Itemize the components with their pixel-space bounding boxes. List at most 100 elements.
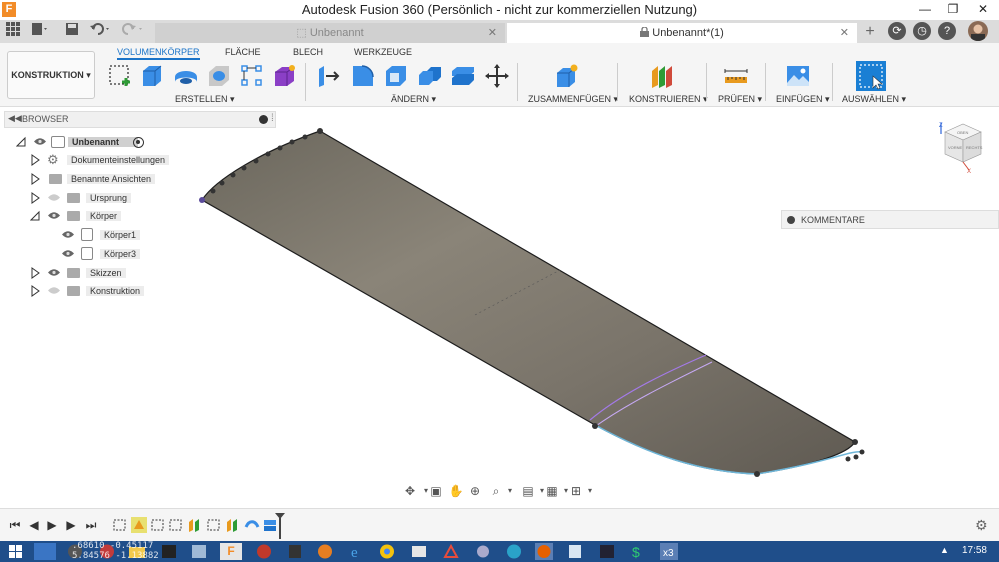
fusion-taskbar-icon[interactable]: F: [220, 543, 242, 560]
extrude-icon[interactable]: [139, 63, 165, 89]
fillet-icon[interactable]: [350, 63, 376, 89]
select-group-label[interactable]: AUSWÄHLEN ▾: [842, 94, 906, 105]
app-icon[interactable]: [255, 543, 273, 560]
firefox-icon[interactable]: [535, 543, 553, 560]
app-icon[interactable]: [190, 543, 208, 560]
close-tab-icon[interactable]: ✕: [488, 23, 497, 43]
construct-group-label[interactable]: KONSTRUIEREN ▾: [629, 94, 708, 105]
offset-plane-icon[interactable]: [649, 63, 675, 89]
pattern-icon[interactable]: [239, 63, 265, 89]
zoom-icon[interactable]: ⊕: [467, 483, 483, 499]
combine-icon[interactable]: [417, 63, 443, 89]
app-icon[interactable]: [286, 543, 304, 560]
press-pull-icon[interactable]: [316, 63, 342, 89]
browser-options-icon[interactable]: [259, 115, 268, 124]
create-form-icon[interactable]: [272, 63, 298, 89]
insert-group-label[interactable]: EINFÜGEN ▾: [776, 94, 830, 105]
pin-browser-icon[interactable]: ⁞: [271, 113, 274, 124]
timeline-sketch-icon[interactable]: [206, 517, 222, 533]
app-icon[interactable]: [316, 543, 334, 560]
internet-explorer-icon[interactable]: e: [348, 543, 366, 560]
undo-icon[interactable]: [90, 22, 110, 41]
pan-icon[interactable]: ✋: [448, 483, 464, 499]
play-icon[interactable]: ▶: [45, 518, 59, 532]
go-to-start-icon[interactable]: ⏮: [8, 518, 22, 532]
minimize-button[interactable]: —: [910, 0, 940, 20]
viewport-canvas[interactable]: [0, 128, 999, 506]
timeline-plane-icon[interactable]: [187, 517, 203, 533]
orbit-icon[interactable]: ✥: [402, 483, 418, 499]
separator: [765, 63, 766, 101]
inspect-group-label[interactable]: PRÜFEN ▾: [718, 94, 762, 105]
shell-icon[interactable]: [383, 63, 409, 89]
revolve-icon[interactable]: [173, 63, 199, 89]
windows-start-icon[interactable]: [7, 543, 25, 560]
add-comment-icon[interactable]: [787, 216, 795, 224]
timeline-feature-selected-icon[interactable]: [131, 517, 147, 533]
user-avatar[interactable]: [968, 21, 988, 41]
close-window-button[interactable]: ✕: [968, 0, 998, 20]
measure-icon[interactable]: [723, 63, 749, 89]
timeline-sketch-icon[interactable]: [150, 517, 166, 533]
new-tab-button[interactable]: +: [860, 22, 880, 41]
move-icon[interactable]: [484, 63, 510, 89]
redo-icon[interactable]: [122, 22, 142, 41]
collapse-browser-icon[interactable]: ◀◀: [8, 113, 22, 124]
workspace-switcher[interactable]: KONSTRUKTION ▾: [7, 51, 95, 99]
tab-tools[interactable]: WERKZEUGE: [354, 47, 412, 57]
app-icon[interactable]: [160, 543, 178, 560]
app-icon[interactable]: [505, 543, 523, 560]
app-icon[interactable]: $: [628, 543, 646, 560]
timeline-sketch-icon[interactable]: [112, 517, 128, 533]
app-icon[interactable]: x3: [660, 543, 678, 560]
tab-unbenannt[interactable]: ⬚ Unbenannt ✕: [155, 23, 505, 43]
timeline-sketch-icon[interactable]: [168, 517, 184, 533]
split-body-icon[interactable]: [450, 63, 476, 89]
tab-sheet-metal[interactable]: BLECH: [293, 47, 323, 57]
chrome-icon[interactable]: [378, 543, 396, 560]
go-to-end-icon[interactable]: ⏭: [84, 518, 98, 532]
maximize-button[interactable]: ❐: [938, 0, 968, 20]
help-icon[interactable]: ?: [938, 22, 956, 40]
new-component-icon[interactable]: [554, 63, 580, 89]
tab-solid[interactable]: VOLUMENKÖRPER: [117, 47, 200, 60]
fit-dropdown-icon[interactable]: ▾: [502, 483, 518, 499]
desktop-icon[interactable]: [34, 543, 56, 560]
viewcube-top-label: OBEN: [957, 130, 968, 135]
timeline-plane-icon[interactable]: [225, 517, 241, 533]
blade-body[interactable]: [201, 130, 863, 475]
step-forward-icon[interactable]: ▶: [64, 518, 78, 532]
close-tab-icon[interactable]: ✕: [840, 23, 849, 43]
app-icon[interactable]: [598, 543, 616, 560]
step-back-icon[interactable]: ◀: [27, 518, 41, 532]
timeline-settings-icon[interactable]: ⚙: [975, 517, 988, 534]
assemble-group-label[interactable]: ZUSAMMENFÜGEN ▾: [528, 94, 618, 105]
modify-group-label[interactable]: ÄNDERN ▾: [391, 94, 436, 105]
timeline-loft-icon[interactable]: [244, 517, 260, 533]
app-icon[interactable]: [566, 543, 584, 560]
app-icon[interactable]: [474, 543, 492, 560]
select-icon[interactable]: [856, 61, 886, 91]
tab-unbenannt-1[interactable]: Unbenannt*(1) ✕: [507, 23, 857, 43]
job-status-icon[interactable]: ◷: [913, 22, 931, 40]
extensions-icon[interactable]: ⟳: [888, 22, 906, 40]
create-group-label[interactable]: ERSTELLEN ▾: [175, 94, 235, 105]
save-icon[interactable]: [62, 22, 82, 41]
grid-apps-icon[interactable]: [3, 22, 23, 41]
viewports-dropdown-icon[interactable]: ▾: [582, 483, 598, 499]
app-icon[interactable]: [410, 543, 428, 560]
viewcube[interactable]: Z OBEN VORNE RECHTS X: [935, 118, 987, 175]
file-menu-icon[interactable]: [30, 22, 50, 41]
browser-header[interactable]: ◀◀ BROWSER ⁞: [4, 111, 276, 128]
acrobat-icon[interactable]: [442, 543, 460, 560]
tray-expand-icon[interactable]: ▲: [940, 545, 949, 555]
hole-icon[interactable]: [206, 63, 232, 89]
tab-surface[interactable]: FLÄCHE: [225, 47, 261, 57]
comments-panel[interactable]: KOMMENTARE: [781, 210, 999, 229]
insert-image-icon[interactable]: [785, 63, 811, 89]
taskbar-clock[interactable]: 17:58: [962, 545, 987, 556]
look-at-icon[interactable]: ▣: [428, 483, 444, 499]
timeline-marker-icon[interactable]: [274, 513, 286, 539]
tab-label: Unbenannt: [309, 27, 364, 39]
create-sketch-icon[interactable]: [107, 63, 133, 89]
